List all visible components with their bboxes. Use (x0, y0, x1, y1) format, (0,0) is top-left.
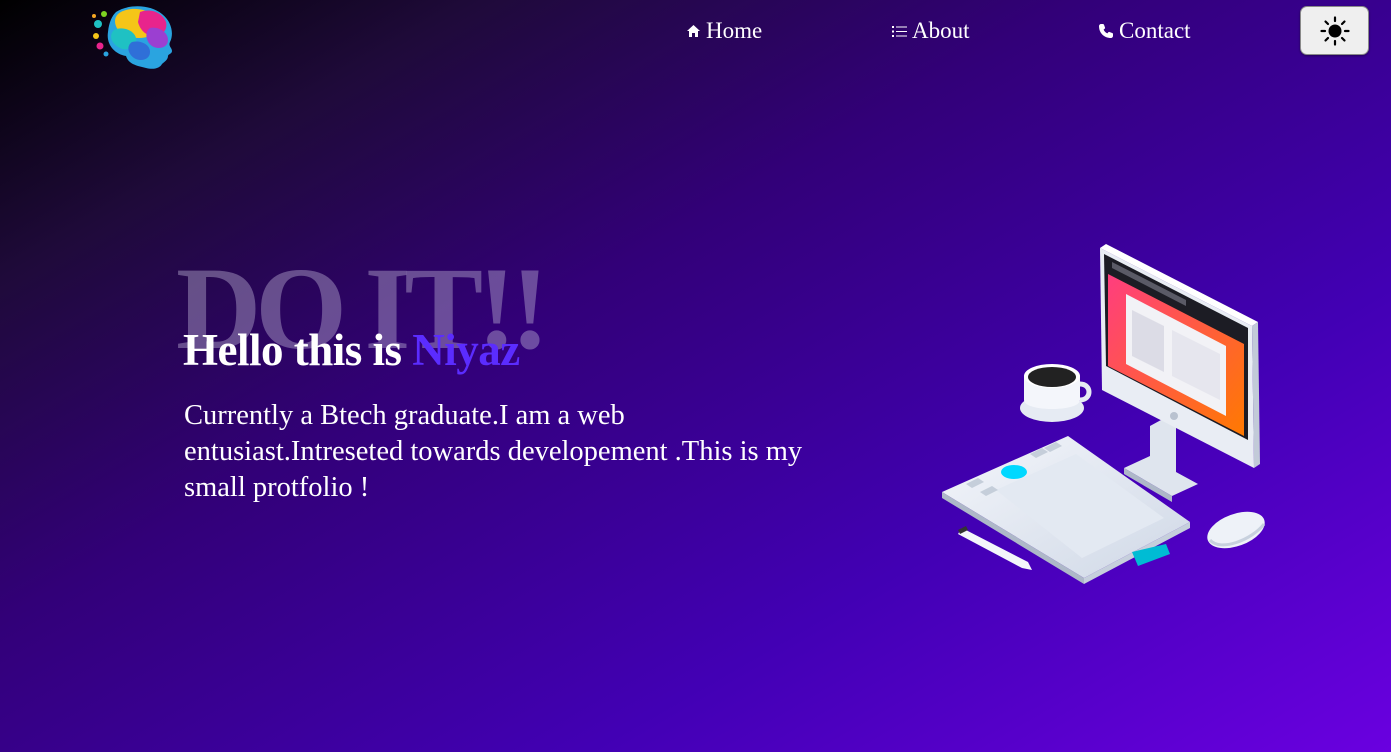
sun-icon (1319, 15, 1350, 46)
workspace-illustration (942, 244, 1266, 584)
nav-home-label: Home (706, 18, 763, 43)
nav-about-label: About (912, 18, 970, 43)
hero-title: Hello this is Niyaz (183, 324, 520, 376)
nav-contact-link[interactable]: Contact (1098, 18, 1191, 44)
nav-about-link[interactable]: About (892, 18, 970, 44)
hero-name: Niyaz (412, 325, 520, 375)
phone-icon (1099, 24, 1113, 38)
list-icon (892, 25, 907, 37)
hero-description: Currently a Btech graduate.I am a web en… (184, 400, 803, 503)
nav-home-link[interactable]: Home (686, 18, 762, 44)
hero-greeting: Hello this is (183, 325, 413, 375)
nav-contact-label: Contact (1119, 18, 1191, 43)
theme-toggle-button[interactable] (1300, 6, 1369, 55)
home-icon (687, 25, 700, 37)
main-nav: Home About Contact (0, 14, 1391, 54)
